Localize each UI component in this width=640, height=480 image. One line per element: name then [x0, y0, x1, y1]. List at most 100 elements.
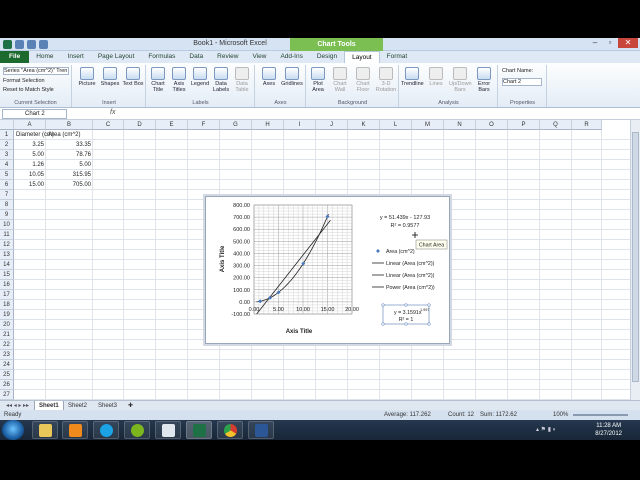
maximize-icon[interactable]: ▫	[603, 38, 617, 48]
picture-button[interactable]: Picture	[76, 67, 98, 87]
tab-format[interactable]: Format	[380, 51, 415, 63]
tab-file[interactable]: File	[0, 51, 30, 63]
row-header[interactable]: 26	[0, 380, 14, 390]
tab-add-ins[interactable]: Add-Ins	[273, 51, 309, 63]
3d-rotation-button[interactable]: 3-D Rotation	[375, 67, 397, 93]
data-labels-button[interactable]: Data Labels	[210, 67, 232, 93]
column-header[interactable]: P	[508, 120, 540, 130]
undo-icon[interactable]	[27, 40, 36, 49]
zoom-slider[interactable]	[573, 414, 628, 416]
table-cell[interactable]: 5.00	[46, 160, 93, 170]
clock[interactable]: 11:28 AM 8/27/2012	[595, 422, 622, 438]
taskbar-spotify[interactable]	[124, 421, 150, 439]
row-header[interactable]: 23	[0, 350, 14, 360]
table-cell[interactable]: 33.35	[46, 140, 93, 150]
column-header[interactable]: F	[188, 120, 220, 130]
column-header[interactable]: O	[476, 120, 508, 130]
scroll-thumb[interactable]	[632, 132, 639, 382]
row-header[interactable]: 24	[0, 360, 14, 370]
row-header[interactable]: 22	[0, 340, 14, 350]
taskbar-skype[interactable]	[93, 421, 119, 439]
taskbar-chrome[interactable]	[217, 421, 243, 439]
tab-page-layout[interactable]: Page Layout	[91, 51, 142, 63]
insert-function-icon[interactable]: fx	[110, 109, 115, 116]
tab-data[interactable]: Data	[182, 51, 210, 63]
row-header[interactable]: 21	[0, 330, 14, 340]
column-header[interactable]: M	[412, 120, 444, 130]
table-cell[interactable]: 5.00	[14, 150, 46, 160]
column-header[interactable]: I	[284, 120, 316, 130]
tab-home[interactable]: Home	[29, 51, 60, 63]
close-icon[interactable]: ✕	[618, 38, 638, 48]
table-cell[interactable]: 15.00	[14, 180, 46, 190]
select-all-corner[interactable]	[0, 120, 14, 130]
row-header[interactable]: 17	[0, 290, 14, 300]
shapes-button[interactable]: Shapes	[99, 67, 121, 87]
zoom-level[interactable]: 100%	[553, 410, 568, 420]
row-header[interactable]: 8	[0, 200, 14, 210]
error-bars-button[interactable]: Error Bars	[473, 67, 495, 93]
row-header[interactable]: 16	[0, 280, 14, 290]
column-header[interactable]: B	[46, 120, 93, 130]
row-header[interactable]: 9	[0, 210, 14, 220]
row-header[interactable]: 5	[0, 170, 14, 180]
row-header[interactable]: 15	[0, 270, 14, 280]
column-header[interactable]: A	[14, 120, 46, 130]
legend-button[interactable]: Legend	[189, 67, 211, 87]
tab-review[interactable]: Review	[210, 51, 245, 63]
data-table-button[interactable]: Data Table	[231, 67, 253, 93]
chart-element-dropdown[interactable]: Series "Area (cm^2)" Tren	[3, 67, 69, 75]
plot-area-button[interactable]: Plot Area	[307, 67, 329, 93]
column-header[interactable]: N	[444, 120, 476, 130]
trendline-button[interactable]: Trendline	[401, 67, 424, 87]
tab-design[interactable]: Design	[310, 51, 344, 63]
vertical-scrollbar[interactable]	[630, 120, 640, 400]
row-header[interactable]: 4	[0, 160, 14, 170]
row-header[interactable]: 12	[0, 240, 14, 250]
row-header[interactable]: 3	[0, 150, 14, 160]
gridlines-button[interactable]: Gridlines	[281, 67, 303, 87]
axes-button[interactable]: Axes	[258, 67, 280, 87]
table-cell[interactable]: 3.25	[14, 140, 46, 150]
chart-wall-button[interactable]: Chart Wall	[329, 67, 351, 93]
text-box-button[interactable]: Text Box	[122, 67, 144, 87]
scatter-chart[interactable]: -100.00 0.00 100.00 200.00 300.00 400.00 500.0…	[206, 197, 451, 345]
column-header[interactable]: R	[572, 120, 602, 130]
chart-area[interactable]: -100.00 0.00 100.00 200.00 300.00 400.00 500.0…	[205, 196, 450, 344]
table-cell[interactable]: 705.00	[46, 180, 93, 190]
chart-name-input[interactable]: Chart 2	[502, 78, 542, 86]
column-header[interactable]: Q	[540, 120, 572, 130]
start-button[interactable]	[2, 420, 24, 440]
redo-icon[interactable]	[39, 40, 48, 49]
column-header[interactable]: D	[124, 120, 156, 130]
column-header[interactable]: G	[220, 120, 252, 130]
column-header[interactable]: H	[252, 120, 284, 130]
taskbar-outlook[interactable]	[62, 421, 88, 439]
system-tray-icons[interactable]: ▴ ⚑ ▮ ◐	[536, 426, 578, 434]
taskbar-word[interactable]	[248, 421, 274, 439]
tab-view[interactable]: View	[245, 51, 273, 63]
row-header[interactable]: 13	[0, 250, 14, 260]
row-header[interactable]: 14	[0, 260, 14, 270]
taskbar-window[interactable]	[155, 421, 181, 439]
row-header[interactable]: 27	[0, 390, 14, 400]
row-header[interactable]: 1	[0, 130, 14, 140]
table-cell[interactable]: 315.95	[46, 170, 93, 180]
save-icon[interactable]	[15, 40, 24, 49]
row-header[interactable]: 20	[0, 320, 14, 330]
up-down-bars-button[interactable]: Up/Down Bars	[449, 67, 472, 93]
axis-titles-button[interactable]: Axis Titles	[168, 67, 190, 93]
tab-formulas[interactable]: Formulas	[141, 51, 182, 63]
chart-floor-button[interactable]: Chart Floor	[352, 67, 374, 93]
tab-insert[interactable]: Insert	[61, 51, 91, 63]
reset-to-match-style-button[interactable]: Reset to Match Style	[3, 87, 54, 93]
lines-button[interactable]: Lines	[425, 67, 447, 87]
table-cell[interactable]: 1.26	[14, 160, 46, 170]
column-header[interactable]: E	[156, 120, 188, 130]
row-header[interactable]: 19	[0, 310, 14, 320]
table-cell[interactable]: 10.05	[14, 170, 46, 180]
row-header[interactable]: 7	[0, 190, 14, 200]
table-header-cell[interactable]: Area (cm^2)	[46, 130, 83, 140]
table-cell[interactable]: 78.76	[46, 150, 93, 160]
row-header[interactable]: 25	[0, 370, 14, 380]
